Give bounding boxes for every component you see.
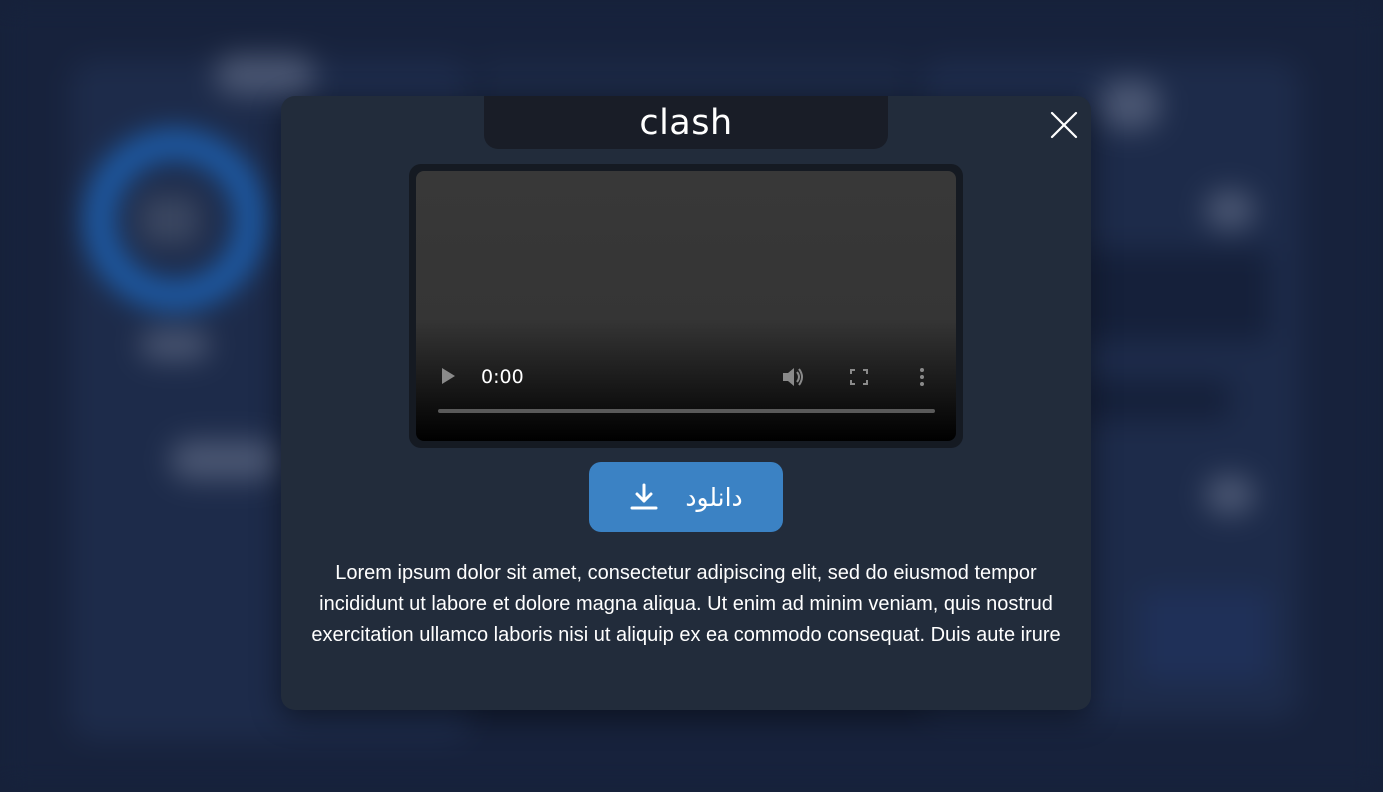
download-icon (630, 483, 658, 510)
video-time: 0:00 (481, 366, 524, 388)
background-row (1080, 380, 1230, 420)
background-blob (1205, 475, 1255, 515)
fullscreen-icon (850, 369, 868, 385)
video-player[interactable]: 0:00 (416, 171, 956, 441)
background-blob (1100, 80, 1160, 130)
background-ring-core (140, 195, 200, 245)
background-row (1140, 590, 1270, 680)
close-icon (1050, 111, 1078, 139)
background-blob (215, 55, 315, 95)
video-progress-bar[interactable] (438, 409, 935, 413)
play-button[interactable] (440, 367, 456, 385)
description-text: Lorem ipsum dolor sit amet, consectetur … (311, 562, 1061, 646)
download-label: دانلود (685, 482, 743, 512)
volume-icon (783, 368, 803, 386)
more-vert-icon (920, 368, 924, 386)
background-blob (140, 330, 210, 360)
video-frame: 0:00 (409, 164, 963, 448)
close-button[interactable] (1047, 108, 1081, 142)
volume-button[interactable] (782, 366, 806, 388)
background-blob (1205, 190, 1255, 230)
video-modal: clash 0:00 دانلود Lorem ipsum dolor sit … (281, 96, 1091, 710)
fullscreen-button[interactable] (850, 369, 868, 385)
modal-title: clash (484, 96, 888, 149)
play-icon (442, 368, 455, 384)
more-options-button[interactable] (918, 367, 926, 387)
background-blob (170, 440, 280, 480)
download-button[interactable]: دانلود (589, 462, 783, 532)
background-row (1080, 250, 1270, 340)
